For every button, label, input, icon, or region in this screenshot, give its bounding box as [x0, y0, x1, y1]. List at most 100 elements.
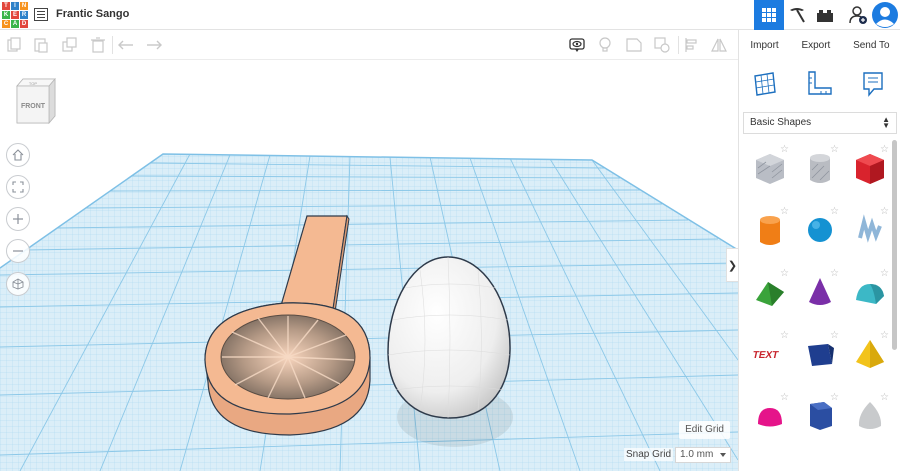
box-icon	[856, 154, 884, 184]
notes-icon[interactable]	[859, 70, 887, 98]
shape-pyramid[interactable]: ☆	[845, 326, 889, 390]
tinkercad-editor: T I N K E R C A D Frantic Sango TOP FRON…	[0, 0, 900, 471]
workplane-icon[interactable]	[751, 70, 779, 98]
import-button[interactable]: Import	[744, 40, 784, 51]
zoom-out-icon	[13, 250, 23, 252]
logo-letter: I	[11, 2, 19, 10]
cone-icon	[809, 278, 831, 305]
shape-cone[interactable]: ☆	[795, 264, 845, 328]
shape-box-hole[interactable]: ☆	[745, 140, 795, 204]
shape-scribble[interactable]: ☆	[845, 202, 889, 266]
panel-view-icons	[739, 62, 900, 106]
view-cube[interactable]: TOP FRONT	[15, 76, 57, 128]
paste-icon[interactable]	[33, 37, 49, 53]
chevron-down-icon	[720, 453, 726, 457]
mirror-icon[interactable]	[711, 37, 727, 53]
toolbar-divider	[678, 36, 679, 54]
add-user-icon	[849, 6, 867, 24]
pickaxe-button[interactable]	[782, 0, 812, 30]
align-icon[interactable]	[684, 37, 700, 53]
text-shape-label: TEXT	[752, 350, 780, 361]
shape-sphere[interactable]: ☆	[795, 202, 845, 266]
delete-icon[interactable]	[90, 37, 106, 53]
shapes-scrollbar[interactable]	[892, 140, 897, 350]
zoom-in-icon	[13, 214, 23, 224]
undo-icon[interactable]	[118, 37, 134, 53]
shapes-category-select[interactable]: Basic Shapes ▲ ▼	[743, 112, 897, 134]
shape-cylinder-hole[interactable]: ☆	[795, 140, 845, 204]
profile-avatar[interactable]	[870, 0, 900, 30]
group-icon[interactable]	[654, 37, 670, 53]
shape-library: ☆ ☆ ☆ ☆ ☆ ☆ ☆ ☆ ☆ ☆ TEXT ☆ ☆ ☆ ☆ ☆	[739, 140, 889, 471]
logo-letter: T	[2, 2, 10, 10]
shape-half-sphere[interactable]: ☆	[745, 388, 795, 452]
paraboloid-icon	[858, 402, 882, 429]
shape-cylinder[interactable]: ☆	[745, 202, 795, 266]
send-to-button[interactable]: Send To	[847, 40, 896, 51]
logo-letter: E	[11, 11, 19, 19]
logo-letter: N	[20, 2, 28, 10]
shapes-panel: Import Export Send To Basic Shapes ▲ ▼ ☆…	[738, 30, 900, 471]
shape-roof[interactable]: ☆	[745, 264, 795, 328]
show-all-icon[interactable]	[569, 37, 585, 53]
fit-view-icon	[12, 181, 24, 193]
wedge-icon	[808, 344, 834, 366]
tinkercad-logo[interactable]: T I N K E R C A D	[2, 2, 28, 28]
roof-icon	[756, 282, 784, 306]
add-user-button[interactable]	[843, 0, 873, 30]
panel-actions: Import Export Send To	[739, 30, 900, 60]
logo-letter: D	[20, 20, 28, 28]
view-cube-top-label: TOP	[29, 81, 37, 86]
edit-toolbar	[0, 30, 738, 60]
perspective-button[interactable]	[6, 272, 30, 296]
shape-text[interactable]: ☆ TEXT	[745, 326, 795, 390]
workplane-grid	[0, 154, 738, 471]
project-list-icon[interactable]	[34, 8, 48, 21]
snap-grid-value: 1.0 mm	[680, 449, 714, 460]
grid-view-button[interactable]	[754, 0, 784, 30]
sphere-icon	[808, 218, 832, 242]
polygon-icon	[810, 402, 832, 430]
panel-collapse-toggle[interactable]: ❯	[726, 248, 738, 282]
home-view-button[interactable]	[6, 143, 30, 167]
text-shape-icon: TEXT	[752, 350, 780, 361]
view-cube-front-label: FRONT	[21, 103, 46, 110]
logo-letter: R	[20, 11, 28, 19]
workplane-scene[interactable]	[0, 60, 738, 471]
bricks-icon	[817, 10, 833, 22]
avatar-icon	[872, 2, 898, 28]
snap-grid-select[interactable]: 1.0 mm	[675, 447, 731, 463]
zoom-in-button[interactable]	[6, 207, 30, 231]
select-arrows-icon: ▲ ▼	[882, 115, 890, 130]
edit-grid-button[interactable]: Edit Grid	[679, 421, 730, 439]
shape-polygon[interactable]: ☆	[795, 388, 845, 452]
zoom-out-button[interactable]	[6, 239, 30, 263]
project-title[interactable]: Frantic Sango	[56, 8, 129, 20]
toolbar-divider	[112, 36, 113, 54]
half-sphere-icon	[758, 408, 782, 427]
shape-box[interactable]: ☆	[845, 140, 889, 204]
top-header: T I N K E R C A D Frantic Sango	[0, 0, 900, 30]
scribble-icon	[858, 214, 882, 243]
cylinder-hole-icon	[810, 154, 830, 183]
copy-icon[interactable]	[6, 37, 22, 53]
export-button[interactable]: Export	[795, 40, 836, 51]
redo-icon[interactable]	[146, 37, 162, 53]
fit-view-button[interactable]	[6, 175, 30, 199]
shape-round-roof[interactable]: ☆	[845, 264, 889, 328]
round-roof-icon	[856, 284, 884, 304]
note-icon[interactable]	[626, 37, 642, 53]
shapes-category-label: Basic Shapes	[750, 117, 812, 128]
cylinder-icon	[760, 216, 780, 245]
bricks-button[interactable]	[810, 0, 840, 30]
pickaxe-icon	[790, 8, 805, 23]
snap-grid-label: Snap Grid	[624, 448, 674, 461]
shape-paraboloid[interactable]: ☆	[845, 388, 889, 452]
logo-letter: K	[2, 11, 10, 19]
duplicate-icon[interactable]	[62, 37, 78, 53]
shape-wedge[interactable]: ☆	[795, 326, 845, 390]
ruler-icon[interactable]	[805, 70, 833, 98]
workplane-viewport[interactable]: TOP FRONT Edit Grid Snap Grid 1.0 mm	[0, 60, 738, 471]
grid-view-icon	[762, 8, 776, 22]
light-bulb-icon[interactable]	[597, 37, 613, 53]
